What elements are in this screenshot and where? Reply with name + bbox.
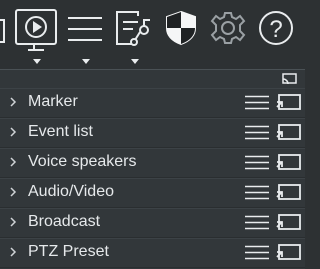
tree-row-label: Event list — [28, 123, 93, 140]
tree-row[interactable]: Audio/Video — [0, 178, 305, 208]
chevron-right-icon[interactable] — [8, 126, 18, 138]
play-screen-icon — [15, 9, 57, 51]
list-menu-icon[interactable] — [245, 125, 269, 140]
help-icon-glyph: ? — [269, 16, 282, 43]
tree-panel: Marker Event list Voice speakers Audio/Vide… — [0, 69, 305, 269]
chevron-down-icon[interactable] — [131, 59, 139, 64]
row-highlight — [0, 178, 305, 179]
list-menu-icon[interactable] — [245, 215, 269, 230]
list-menu-icon[interactable] — [245, 95, 269, 110]
list-menu-icon[interactable] — [245, 245, 269, 260]
tree-row-label: PTZ Preset — [28, 243, 109, 260]
list-menu-icon[interactable] — [245, 185, 269, 200]
chevron-right-icon[interactable] — [8, 246, 18, 258]
shield-icon — [166, 10, 196, 46]
settings-button[interactable] — [210, 6, 247, 64]
dock-edge-button[interactable] — [0, 6, 10, 64]
chevron-down-icon[interactable] — [33, 59, 41, 64]
toolbar: ? — [0, 0, 305, 68]
tree-row[interactable]: PTZ Preset — [0, 238, 305, 268]
chevron-down-icon[interactable] — [82, 59, 90, 64]
play-view-button[interactable] — [14, 6, 60, 64]
tree-row[interactable]: Voice speakers — [0, 148, 305, 178]
chevron-right-icon[interactable] — [8, 216, 18, 228]
tree-row[interactable]: Marker — [0, 88, 305, 118]
row-highlight — [0, 238, 305, 239]
list-menu-icon[interactable] — [245, 155, 269, 170]
tree-row[interactable]: Broadcast — [0, 208, 305, 238]
chevron-right-icon[interactable] — [8, 96, 18, 108]
tree-row-label: Broadcast — [28, 213, 101, 230]
chevron-right-icon[interactable] — [8, 186, 18, 198]
list-menu-button[interactable] — [66, 6, 106, 64]
tree-list: Marker Event list Voice speakers Audio/Vide… — [0, 88, 305, 268]
cast-icon[interactable] — [276, 154, 302, 171]
security-button[interactable] — [165, 6, 199, 64]
help-button[interactable]: ? — [258, 6, 294, 64]
divider — [0, 69, 305, 70]
gear-icon — [210, 12, 246, 44]
flowchart-button[interactable] — [114, 6, 156, 64]
chevron-right-icon[interactable] — [8, 156, 18, 168]
row-highlight — [0, 118, 305, 119]
row-highlight — [0, 148, 305, 149]
flowchart-icon — [116, 11, 150, 46]
cast-icon[interactable] — [276, 124, 302, 141]
dock-edge-icon — [0, 19, 5, 43]
row-highlight — [0, 208, 305, 209]
cast-icon[interactable] — [276, 184, 302, 201]
cast-icon[interactable] — [282, 73, 298, 85]
cast-icon[interactable] — [276, 94, 302, 111]
tree-row-label: Marker — [28, 93, 78, 110]
tree-row-label: Voice speakers — [28, 153, 137, 170]
tree-row[interactable]: Event list — [0, 118, 305, 148]
row-highlight — [0, 88, 305, 89]
list-menu-icon — [68, 17, 102, 41]
tree-row-label: Audio/Video — [28, 183, 114, 200]
cast-icon[interactable] — [276, 214, 302, 231]
help-icon: ? — [259, 11, 293, 45]
cast-icon[interactable] — [276, 244, 302, 261]
